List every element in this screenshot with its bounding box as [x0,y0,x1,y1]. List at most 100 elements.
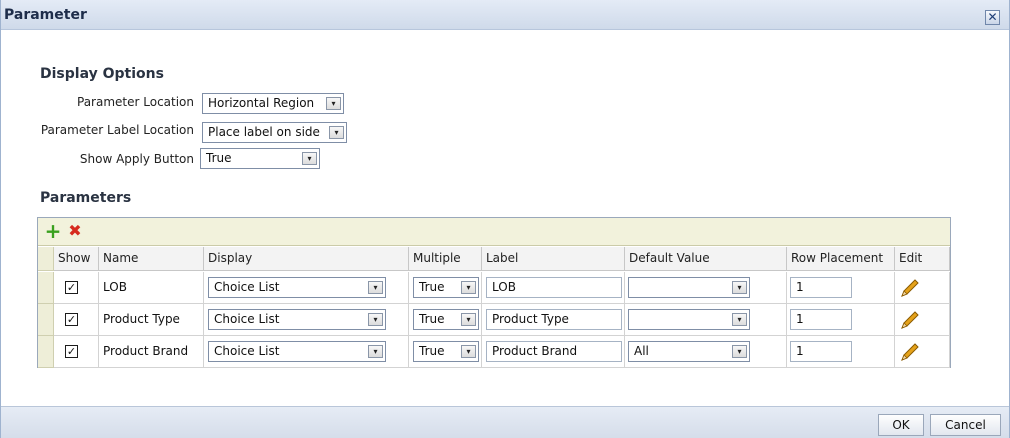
chevron-down-icon: ▾ [461,313,476,326]
chevron-down-icon: ▾ [368,345,383,358]
default-value-cell: ▾ [625,304,787,336]
parameters-table: + ✖ Show Name Display Multiple Label Def… [37,217,951,368]
column-header-show: Show [54,247,99,271]
parameter-dialog: Parameter ✕ Display Options Parameter Lo… [0,0,1010,438]
parameter-name: LOB [103,280,127,294]
display-cell: Choice List ▾ [204,336,409,368]
multiple-cell: True ▾ [409,336,482,368]
row-placement-input[interactable]: 1 [790,277,852,298]
row-handle[interactable] [38,336,54,368]
row-handle[interactable] [38,272,54,304]
parameters-heading: Parameters [40,190,132,206]
display-value: Choice List [214,312,280,326]
multiple-select[interactable]: True ▾ [413,309,479,330]
table-row-show-cell: ✓ [54,272,99,304]
multiple-value: True [419,280,445,294]
edit-cell [895,304,950,336]
multiple-value: True [419,312,445,326]
label-input[interactable]: LOB [486,277,622,298]
label-input[interactable]: Product Brand [486,341,622,362]
dialog-title: Parameter [4,7,87,23]
label-cell: Product Type [482,304,625,336]
row-placement-cell: 1 [787,304,895,336]
column-header-multiple: Multiple [409,247,482,271]
show-checkbox[interactable]: ✓ [65,345,78,358]
chevron-down-icon: ▾ [368,313,383,326]
dialog-titlebar: Parameter ✕ [1,0,1009,30]
pencil-icon[interactable] [899,278,921,298]
display-value: Choice List [214,344,280,358]
default-value-cell: All ▾ [625,336,787,368]
pencil-icon[interactable] [899,310,921,330]
show-checkbox[interactable]: ✓ [65,281,78,294]
chevron-down-icon: ▾ [732,313,747,326]
multiple-select[interactable]: True ▾ [413,341,479,362]
edit-cell [895,336,950,368]
parameter-name: Product Type [103,312,180,326]
default-value-cell: ▾ [625,272,787,304]
parameter-label-location-value: Place label on side [208,125,320,139]
display-cell: Choice List ▾ [204,272,409,304]
column-header-name: Name [99,247,204,271]
multiple-select[interactable]: True ▾ [413,277,479,298]
delete-x-icon[interactable]: ✖ [66,222,84,240]
parameter-label-location-label: Parameter Label Location [40,123,194,137]
display-select[interactable]: Choice List ▾ [208,341,386,362]
chevron-down-icon: ▾ [329,126,344,139]
multiple-value: True [419,344,445,358]
chevron-down-icon: ▾ [461,281,476,294]
close-icon: ✕ [987,10,998,24]
row-placement-cell: 1 [787,336,895,368]
display-value: Choice List [214,280,280,294]
chevron-down-icon: ▾ [732,345,747,358]
name-cell: Product Brand [99,336,204,368]
row-placement-input[interactable]: 1 [790,309,852,330]
chevron-down-icon: ▾ [302,152,317,165]
row-placement-input[interactable]: 1 [790,341,852,362]
default-value-select[interactable]: ▾ [628,309,750,330]
header-row-handle [38,247,54,271]
multiple-cell: True ▾ [409,272,482,304]
dialog-footer: OK Cancel [1,406,1009,438]
default-value-select[interactable]: All ▾ [628,341,750,362]
label-input[interactable]: Product Type [486,309,622,330]
name-cell: LOB [99,272,204,304]
table-row-show-cell: ✓ [54,336,99,368]
column-header-edit: Edit [895,247,950,271]
table-toolbar: + ✖ [38,218,950,246]
show-apply-button-label: Show Apply Button [79,152,194,166]
row-placement-cell: 1 [787,272,895,304]
chevron-down-icon: ▾ [461,345,476,358]
default-value-select[interactable]: ▾ [628,277,750,298]
chevron-down-icon: ▾ [368,281,383,294]
parameter-location-label: Parameter Location [77,95,194,109]
label-cell: LOB [482,272,625,304]
label-cell: Product Brand [482,336,625,368]
default-value: All [634,344,649,358]
display-select[interactable]: Choice List ▾ [208,277,386,298]
display-options-heading: Display Options [40,66,164,82]
parameter-location-value: Horizontal Region [208,96,315,110]
chevron-down-icon: ▾ [326,97,341,110]
parameter-label-location-select[interactable]: Place label on side ▾ [202,122,347,143]
column-header-display: Display [204,247,409,271]
parameter-name: Product Brand [103,344,189,358]
plus-icon[interactable]: + [44,221,62,241]
multiple-cell: True ▾ [409,304,482,336]
pencil-icon[interactable] [899,342,921,362]
column-header-default-value: Default Value [625,247,787,271]
cancel-button[interactable]: Cancel [930,414,1001,436]
parameter-location-select[interactable]: Horizontal Region ▾ [202,93,344,114]
name-cell: Product Type [99,304,204,336]
column-header-row-placement: Row Placement [787,247,895,271]
show-apply-button-select[interactable]: True ▾ [200,148,320,169]
row-handle[interactable] [38,304,54,336]
column-header-label: Label [482,247,625,271]
show-apply-button-value: True [206,151,232,165]
show-checkbox[interactable]: ✓ [65,313,78,326]
display-select[interactable]: Choice List ▾ [208,309,386,330]
ok-button[interactable]: OK [878,414,924,436]
chevron-down-icon: ▾ [732,281,747,294]
table-row-show-cell: ✓ [54,304,99,336]
close-button[interactable]: ✕ [985,10,1000,25]
